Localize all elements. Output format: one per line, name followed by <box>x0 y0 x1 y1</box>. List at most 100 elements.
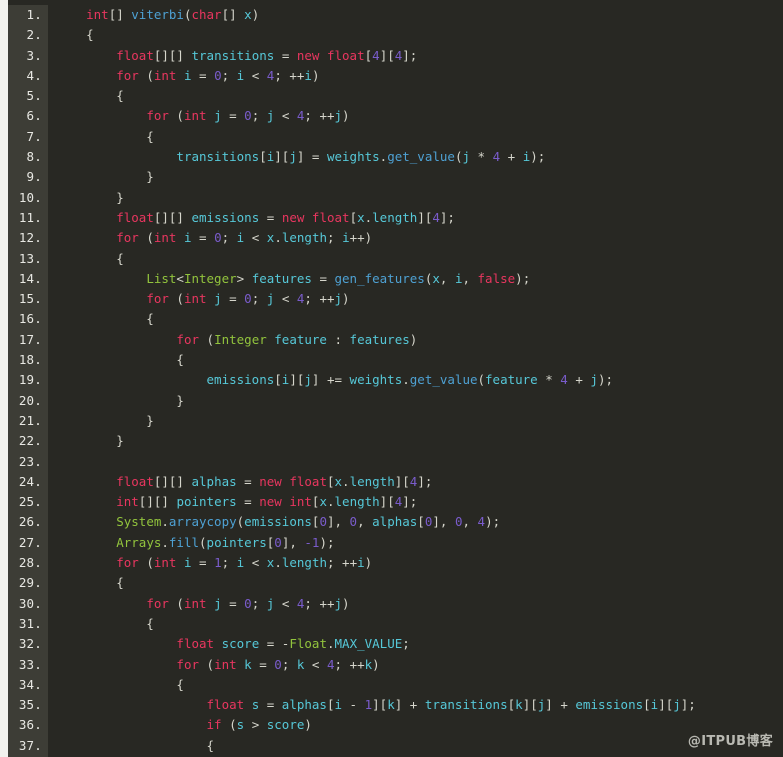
code-token: ][ <box>379 47 395 63</box>
code-token: emissions <box>244 514 312 530</box>
code-line[interactable]: 30. for (int j = 0; j < 4; ++j) <box>8 594 783 614</box>
code-token: ) <box>372 656 380 672</box>
code-token: int <box>183 108 207 124</box>
code-token: arraycopy <box>168 514 237 530</box>
code-line[interactable]: 13. { <box>8 249 783 269</box>
code-token: for <box>146 595 169 611</box>
code-line[interactable]: 4. for (int i = 0; i < 4; ++i) <box>8 66 783 86</box>
code-token: ]; <box>439 209 455 225</box>
code-line[interactable]: 21. } <box>8 411 783 431</box>
code-token: j <box>214 291 222 307</box>
code-line[interactable]: 31. { <box>8 614 783 634</box>
code-token: [][] <box>138 494 177 510</box>
code-token: new <box>296 47 320 63</box>
code-line[interactable]: 2. { <box>8 25 783 45</box>
code-token: alphas <box>372 514 418 530</box>
code-line-text: for (int i = 0; i < 4; ++i) <box>56 66 319 86</box>
code-token: x <box>357 209 365 225</box>
code-line[interactable]: 6. for (int j = 0; j < 4; ++j) <box>8 106 783 126</box>
code-line-text: } <box>56 167 154 187</box>
code-token: ( <box>199 534 207 550</box>
line-number: 7. <box>26 128 42 144</box>
code-lines[interactable]: 1. int[] viterbi(char[] x) 2. {3. float[]… <box>8 5 783 756</box>
code-line-text: transitions[i][j] = weights.get_value(j … <box>56 147 545 167</box>
code-line[interactable]: 18. { <box>8 350 783 370</box>
code-line[interactable]: 5. { <box>8 86 783 106</box>
code-token: i <box>334 697 343 713</box>
code-line[interactable]: 3. float[][] transitions = new float[4][… <box>8 46 783 66</box>
code-token: alphas <box>281 697 327 713</box>
code-line[interactable]: 15. for (int j = 0; j < 4; ++j) <box>8 289 783 309</box>
code-line[interactable]: 1. int[] viterbi(char[] x) <box>8 5 783 25</box>
code-line[interactable]: 17. for (Integer feature : features) <box>8 330 783 350</box>
code-token: ; <box>281 656 297 672</box>
code-token: i <box>183 67 192 83</box>
line-number: 12. <box>18 230 42 246</box>
code-token: ][ <box>379 494 395 510</box>
code-line[interactable]: 16. { <box>8 309 783 329</box>
code-line[interactable]: 27. Arrays.fill(pointers[0], -1); <box>8 533 783 553</box>
code-token: j <box>462 149 470 165</box>
code-token: 0 <box>319 514 327 530</box>
code-line[interactable]: 23. <box>8 452 783 472</box>
code-line[interactable]: 24. float[][] alphas = new float[x.lengt… <box>8 472 783 492</box>
line-number: 26. <box>18 514 42 530</box>
line-number: 24. <box>18 473 42 489</box>
code-token: j <box>334 108 343 124</box>
code-line[interactable]: 9. } <box>8 167 783 187</box>
code-token: emissions <box>191 209 260 225</box>
code-line-text: { <box>56 249 124 269</box>
code-token: ][ <box>522 697 538 713</box>
code-token: ; <box>251 108 267 124</box>
code-line-text: if (s > score) <box>56 715 312 735</box>
code-line[interactable]: 35. float s = alphas[i - 1][k] + transit… <box>8 695 783 715</box>
code-line[interactable]: 12. for (int i = 0; i < x.length; i++) <box>8 228 783 248</box>
code-token: ) <box>342 291 350 307</box>
code-token: ( <box>199 656 215 672</box>
code-line[interactable]: 10. } <box>8 188 783 208</box>
code-scroll-area[interactable]: 1. int[] viterbi(char[] x) 2. {3. float[]… <box>8 5 783 757</box>
code-line[interactable]: 20. } <box>8 391 783 411</box>
code-line[interactable]: 33. for (int k = 0; k < 4; ++k) <box>8 655 783 675</box>
code-token: = <box>191 67 215 83</box>
code-token: float <box>289 473 327 489</box>
code-line[interactable]: 22. } <box>8 431 783 451</box>
code-line[interactable]: 8. transitions[i][j] = weights.get_value… <box>8 147 783 167</box>
line-number: 27. <box>18 534 42 550</box>
code-token: < <box>176 270 184 286</box>
code-token: ( <box>199 331 215 347</box>
code-token: ) <box>409 331 418 347</box>
code-token: . <box>161 514 169 530</box>
code-line[interactable]: 36. if (s > score) <box>8 715 783 735</box>
code-line[interactable]: 28. for (int i = 1; i < x.length; ++i) <box>8 553 783 573</box>
code-token: for <box>116 230 139 246</box>
code-token: ] + <box>394 697 425 713</box>
code-token: weights <box>349 372 403 388</box>
code-line[interactable]: 14. List<Integer> features = gen_feature… <box>8 269 783 289</box>
code-token: [][] <box>153 473 192 489</box>
code-line[interactable]: 26. System.arraycopy(emissions[0], 0, al… <box>8 512 783 532</box>
code-token: { <box>56 88 124 104</box>
code-token: , <box>462 270 478 286</box>
code-line[interactable]: 29. { <box>8 573 783 593</box>
code-token: i <box>183 555 192 571</box>
code-line[interactable]: 19. emissions[i][j] += weights.get_value… <box>8 370 783 390</box>
code-token: int <box>153 230 177 246</box>
line-number: 11. <box>18 209 42 225</box>
code-line[interactable]: 32. float score = -Float.MAX_VALUE; <box>8 634 783 654</box>
code-line[interactable]: 7. { <box>8 127 783 147</box>
code-token: { <box>56 352 184 368</box>
code-line[interactable]: 34. { <box>8 675 783 695</box>
code-line[interactable]: 37. { <box>8 736 783 756</box>
code-token: length <box>281 555 327 571</box>
code-line[interactable]: 25. int[][] pointers = new int[x.length]… <box>8 492 783 512</box>
code-line[interactable]: 11. float[][] emissions = new float[x.le… <box>8 208 783 228</box>
code-line-text: { <box>56 309 154 329</box>
code-token: 4 <box>432 209 440 225</box>
code-token: = <box>311 270 335 286</box>
